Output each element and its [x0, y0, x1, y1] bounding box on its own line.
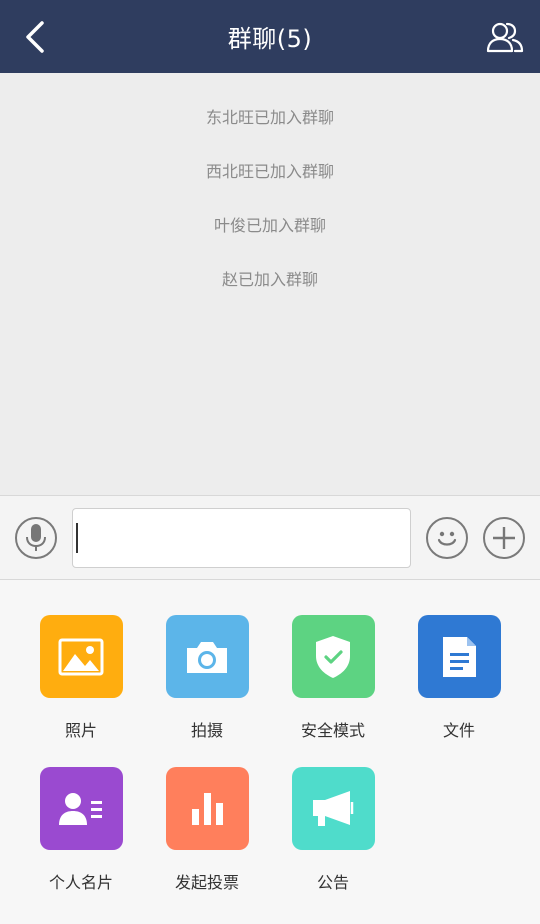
photo-label: 照片	[64, 721, 97, 740]
camera-label: 拍摄	[190, 721, 223, 740]
attachment-panel: 照片 拍摄 安全模式 文件 个人名片 发起投票 公告	[0, 580, 540, 924]
page-title: 群聊(5)	[227, 25, 313, 53]
file-button[interactable]: 文件	[417, 615, 501, 741]
system-message: 赵已加入群聊	[221, 270, 318, 289]
system-message: 叶俊已加入群聊	[213, 216, 326, 235]
group-members-icon[interactable]	[486, 20, 524, 54]
camera-button[interactable]: 拍摄	[165, 615, 249, 741]
message-input[interactable]	[72, 508, 411, 568]
plus-icon	[493, 527, 515, 549]
system-message: 东北旺已加入群聊	[205, 108, 334, 127]
input-bar	[0, 495, 540, 580]
secure-mode-button[interactable]: 安全模式	[291, 615, 375, 741]
file-icon-box	[417, 615, 501, 698]
bar-chart-icon	[192, 792, 223, 825]
chat-area[interactable]: 东北旺已加入群聊 西北旺已加入群聊 叶俊已加入群聊 赵已加入群聊	[0, 73, 540, 495]
chevron-left-icon[interactable]	[22, 20, 52, 54]
more-button[interactable]	[483, 517, 525, 559]
header-bar: 群聊(5)	[0, 0, 540, 73]
voice-button[interactable]	[15, 517, 57, 559]
file-label: 文件	[442, 721, 475, 740]
document-icon	[443, 636, 476, 677]
vote-button[interactable]: 发起投票	[165, 767, 249, 893]
secure-mode-icon-box	[291, 615, 375, 698]
contact-card-button[interactable]: 个人名片	[39, 767, 123, 893]
camera-icon	[187, 641, 227, 673]
text-caret	[76, 523, 78, 553]
vote-icon-box	[165, 767, 249, 850]
emoji-button[interactable]	[426, 517, 468, 559]
contact-card-icon	[59, 792, 102, 825]
announcement-button[interactable]: 公告	[291, 767, 375, 893]
secure-mode-label: 安全模式	[300, 721, 365, 740]
system-message: 西北旺已加入群聊	[205, 162, 334, 181]
vote-label: 发起投票	[174, 873, 239, 892]
contact-card-label: 个人名片	[48, 873, 113, 892]
photo-icon-box	[39, 615, 123, 698]
megaphone-icon	[313, 790, 354, 826]
camera-icon-box	[165, 615, 249, 698]
photo-button[interactable]: 照片	[39, 615, 123, 741]
image-icon	[58, 638, 104, 675]
shield-check-icon	[316, 635, 350, 678]
microphone-icon	[26, 524, 46, 551]
smiley-icon	[437, 531, 457, 546]
contact-card-icon-box	[39, 767, 123, 850]
announcement-icon-box	[291, 767, 375, 850]
announcement-label: 公告	[316, 873, 349, 892]
